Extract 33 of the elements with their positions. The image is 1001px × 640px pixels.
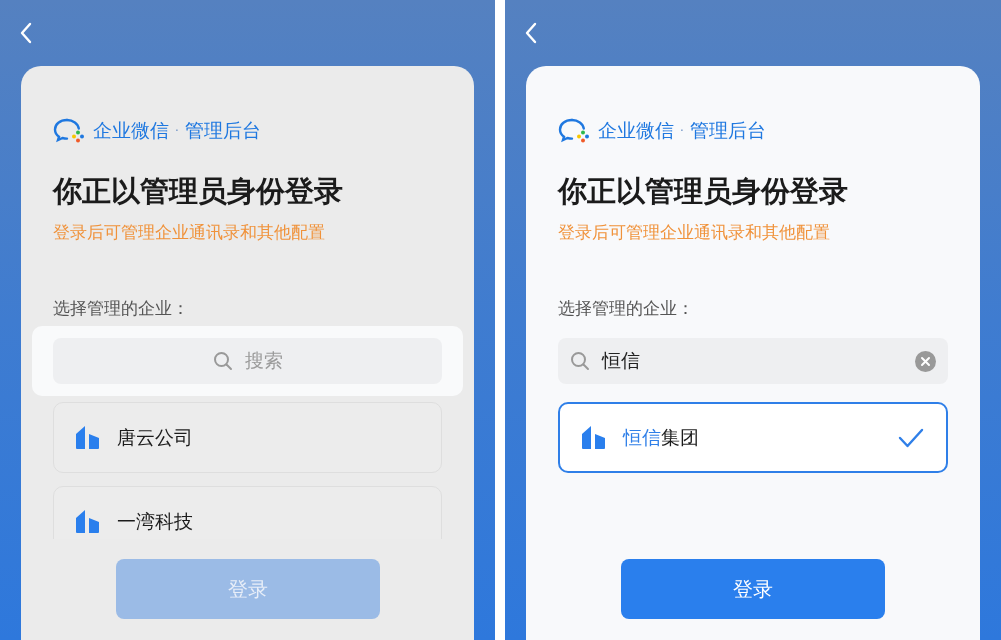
subtitle: 登录后可管理企业通讯录和其他配置 [53, 221, 326, 244]
brand-separator: · [175, 124, 179, 138]
building-icon [76, 510, 99, 533]
field-label: 选择管理的企业： [53, 297, 190, 320]
back-icon[interactable] [524, 22, 538, 44]
page-title: 你正以管理员身份登录 [558, 173, 849, 210]
company-name: 恒信集团 [623, 424, 700, 450]
building-icon [582, 426, 605, 449]
company-item[interactable]: 唐云公司 [53, 402, 442, 473]
company-name: 一湾科技 [117, 508, 194, 534]
subtitle: 登录后可管理企业通讯录和其他配置 [558, 221, 831, 244]
company-item[interactable]: 一湾科技 [53, 486, 442, 539]
search-field[interactable]: 恒信 [558, 338, 948, 384]
search-icon [570, 351, 590, 371]
product-name: 管理后台 [184, 118, 261, 143]
brand-name: 企业微信 [598, 118, 674, 143]
search-icon [212, 351, 233, 371]
back-icon[interactable] [19, 22, 33, 44]
clear-icon[interactable] [915, 350, 936, 372]
field-label: 选择管理的企业： [558, 297, 695, 320]
company-name: 唐云公司 [117, 424, 194, 450]
search-value: 恒信 [602, 348, 641, 373]
search-placeholder: 搜索 [244, 348, 283, 373]
product-name: 管理后台 [689, 118, 766, 143]
company-item[interactable]: 恒信集团 [558, 402, 948, 473]
check-icon [898, 427, 924, 448]
logo-icon [53, 118, 87, 144]
building-icon [76, 426, 99, 449]
brand-name: 企业微信 [93, 118, 169, 143]
login-button[interactable]: 登录 [621, 559, 885, 619]
brand-separator: · [680, 124, 684, 138]
logo-icon [558, 118, 592, 144]
page-title: 你正以管理员身份登录 [53, 173, 344, 210]
